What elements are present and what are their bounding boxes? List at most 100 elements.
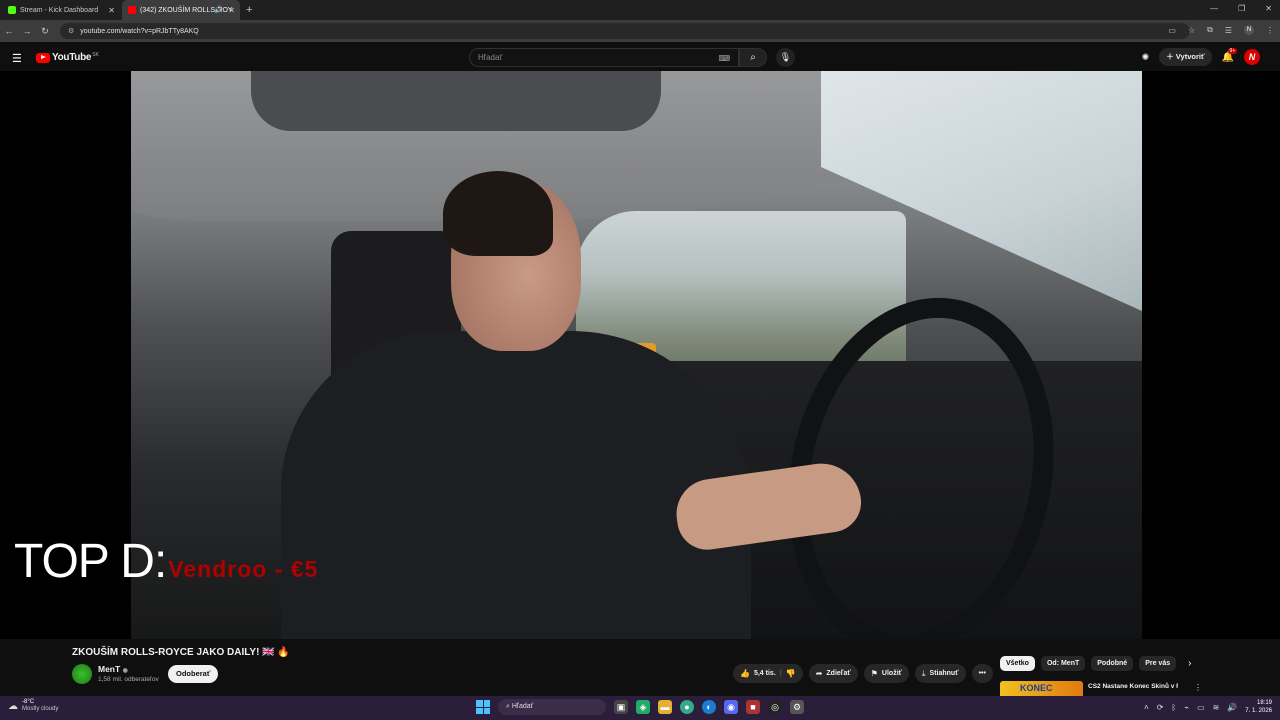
donation-overlay: TOP D: Vendroo - €5 (14, 534, 318, 589)
recommendation-thumbnail[interactable]: KONEC (1000, 681, 1083, 696)
cloud-icon: ☁ (8, 700, 18, 712)
tab-kick-dashboard[interactable]: Stream - Kick Dashboard ✕ (2, 0, 120, 20)
chevron-right-icon[interactable]: › (1188, 658, 1191, 669)
weather-widget[interactable]: ☁ -8°C Mostly cloudy (8, 699, 58, 713)
new-tab-button[interactable]: + (246, 4, 252, 16)
chip-for-you[interactable]: Pre vás (1139, 656, 1177, 671)
notification-badge: 9+ (1227, 47, 1238, 54)
cast-icon[interactable]: ▭ (1168, 26, 1176, 35)
copilot-icon[interactable]: ◈ (636, 700, 650, 714)
temperature: -8°C (22, 699, 35, 705)
wifi-icon[interactable]: ≋ (1213, 703, 1220, 712)
more-vert-icon[interactable]: ⋮ (1194, 683, 1202, 692)
reload-icon[interactable]: ↻ (36, 26, 54, 37)
verified-icon: ◉ (122, 668, 128, 674)
recommendation-title[interactable]: CS2 Nastane Konec Skinů v Roce 2026? (1088, 682, 1178, 691)
forward-icon[interactable]: → (18, 26, 36, 36)
settings-icon[interactable]: ⚙ (790, 700, 804, 714)
chip-from-channel[interactable]: Od: MenT (1040, 656, 1086, 671)
kick-favicon-icon (8, 6, 16, 14)
system-tray: ˄ ⟳ ᛒ ⌁ ▭ ≋ 🔊 18:19 7. 1. 2026 (1144, 699, 1272, 715)
download-label: Stiahnuť (929, 670, 959, 677)
channel-name[interactable]: MenT ◉ (98, 664, 128, 674)
minimize-icon[interactable]: — (1210, 4, 1218, 13)
clock-date: 7. 1. 2026 (1245, 708, 1272, 714)
browser-menu-icon[interactable]: ⋮ (1266, 26, 1274, 35)
app-icon[interactable]: ■ (746, 700, 760, 714)
search-icon: ⌕ (750, 52, 756, 63)
channel-avatar[interactable] (72, 664, 92, 684)
subscribe-button[interactable]: Odoberať (168, 665, 219, 683)
browser-tab-bar: Stream - Kick Dashboard ✕ (342) ZKOUŠÍM … (0, 0, 1280, 20)
more-actions-button[interactable]: ••• (971, 664, 993, 683)
like-count: 5,4 tis. (753, 670, 776, 677)
discord-icon[interactable]: ◉ (724, 700, 738, 714)
youtube-logo[interactable]: YouTube SK (36, 52, 99, 63)
notifications-bell-icon[interactable]: 🔔 9+ (1222, 47, 1238, 63)
bookmark-icon: ⚑ (870, 669, 878, 678)
search-placeholder: Hľadať (478, 53, 503, 62)
download-button[interactable]: ⤓ Stiahnuť (915, 664, 966, 683)
create-button[interactable]: ＋ Vytvoriť (1159, 48, 1212, 66)
like-button[interactable]: 👍 5,4 tis. | 👎 (733, 664, 803, 683)
task-view-icon[interactable]: ▣ (614, 700, 628, 714)
weather-condition: Mostly cloudy (22, 706, 59, 712)
thumbs-up-icon: 👍 (740, 669, 750, 678)
video-player[interactable]: TOP D: Vendroo - €5 (0, 71, 1280, 639)
taskbar-search[interactable]: ⌕ Hľadať (498, 699, 606, 715)
network-icon[interactable]: ⌁ (1184, 703, 1189, 712)
thumbs-down-icon[interactable]: 👎 (786, 664, 796, 683)
driver-jacket (281, 331, 751, 639)
file-explorer-icon[interactable]: ▬ (658, 700, 672, 714)
windows-start-icon[interactable] (476, 700, 490, 714)
account-avatar[interactable]: N (1244, 49, 1260, 65)
close-tab-icon[interactable]: ✕ (228, 6, 235, 15)
site-info-icon[interactable]: ⚙ (68, 27, 74, 35)
youtube-play-icon (36, 52, 50, 63)
speaker-icon[interactable]: 🔊 (214, 6, 223, 14)
address-bar-row: ← → ↻ ⚙ youtube.com/watch?v=pRJbTTy8AKQ … (0, 20, 1280, 42)
bookmark-star-icon[interactable]: ☆ (1188, 26, 1195, 35)
thumbnail-text: KONEC (1020, 683, 1053, 693)
back-icon[interactable]: ← (0, 26, 18, 36)
chevron-up-icon[interactable]: ˄ (1144, 703, 1149, 712)
driver-hair (443, 171, 553, 256)
save-button[interactable]: ⚑ Uložiť (863, 664, 909, 683)
taskbar-search-placeholder: Hľadať (511, 703, 534, 710)
bluetooth-icon[interactable]: ᛒ (1171, 703, 1176, 712)
search-button[interactable]: ⌕ (739, 48, 767, 67)
chrome-icon[interactable]: ● (680, 700, 694, 714)
save-label: Uložiť (881, 670, 902, 677)
youtube-favicon-icon (128, 6, 136, 14)
chip-all[interactable]: Všetko (1000, 656, 1035, 671)
restore-icon[interactable]: ❐ (1238, 4, 1245, 13)
car-sunroof (251, 71, 661, 131)
edge-icon[interactable]: ◐ (702, 700, 716, 714)
close-tab-icon[interactable]: ✕ (108, 6, 115, 15)
system-clock[interactable]: 18:19 7. 1. 2026 (1245, 699, 1272, 715)
chip-related[interactable]: Podobné (1091, 656, 1134, 671)
voice-search-button[interactable]: 🎙 (776, 48, 795, 67)
url-field[interactable]: ⚙ youtube.com/watch?v=pRJbTTy8AKQ (60, 23, 1190, 39)
subscriber-count: 1,58 mil. odberateľov (98, 676, 159, 683)
search-input[interactable]: Hľadať ⌨ (469, 48, 739, 67)
monitor-icon[interactable]: ▭ (1197, 703, 1205, 712)
share-button[interactable]: ➦ Zdieľať (808, 664, 858, 683)
recommendation-filter-chips: Všetko Od: MenT Podobné Pre vás › (1000, 656, 1191, 671)
steam-icon[interactable]: ◎ (768, 700, 782, 714)
keyboard-icon[interactable]: ⌨ (718, 50, 730, 67)
create-label: Vytvoriť (1175, 52, 1205, 61)
windows-taskbar: ☁ -8°C Mostly cloudy ⌕ Hľadať ▣ ◈ ▬ ● ◐ … (0, 696, 1280, 720)
sync-icon[interactable]: ⟳ (1157, 703, 1164, 712)
volume-icon[interactable]: 🔊 (1227, 703, 1237, 712)
hamburger-menu-icon[interactable]: ☰ (12, 52, 22, 65)
browser-profile-avatar[interactable]: N (1244, 25, 1254, 35)
extensions-icon[interactable]: ⧉ (1207, 25, 1213, 35)
gift-icon[interactable]: ✺ (1142, 52, 1150, 63)
tab-youtube-video[interactable]: (342) ZKOUŠÍM ROLLS-ROY 🔊 ✕ (122, 0, 240, 20)
microphone-icon: 🎙 (779, 52, 792, 62)
video-info-section: ZKOUŠÍM ROLLS-ROYCE JAKO DAILY! 🇬🇧 🔥 Men… (0, 639, 1280, 696)
video-actions: 👍 5,4 tis. | 👎 ➦ Zdieľať ⚑ Uložiť ⤓ Stiahnuť •… (733, 664, 993, 683)
reading-list-icon[interactable]: ☰ (1225, 26, 1232, 35)
close-window-icon[interactable]: ✕ (1265, 4, 1272, 13)
